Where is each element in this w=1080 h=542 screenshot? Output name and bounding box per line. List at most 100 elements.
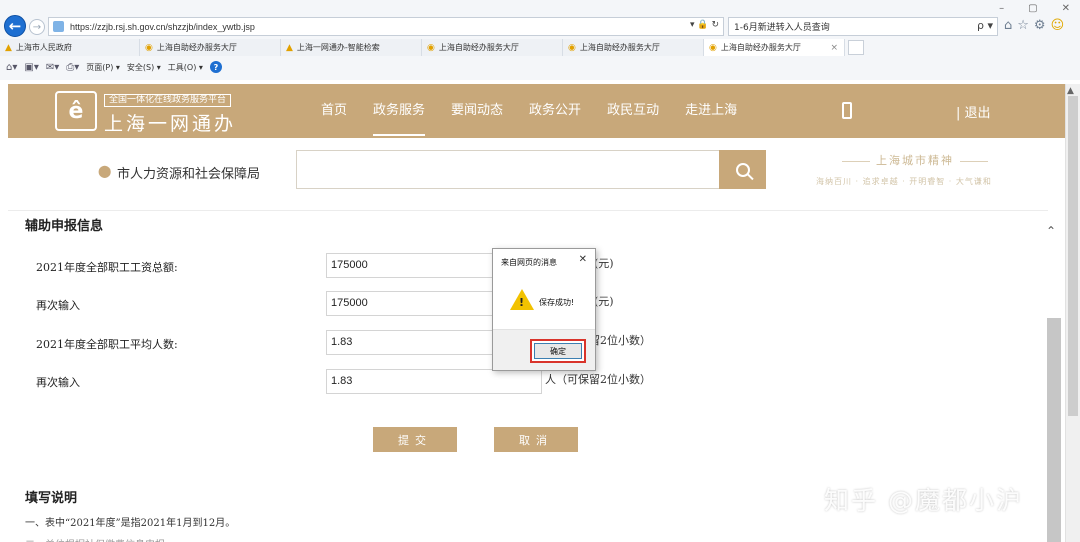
mobile-phone-icon[interactable] (842, 102, 852, 119)
maximize-button[interactable]: ▢ (1028, 3, 1037, 14)
browser-search-box[interactable]: 1-6月新进转入人员查询 ρ ▾ (728, 17, 998, 36)
divider (8, 210, 1048, 211)
unit-text: (元) (594, 295, 614, 308)
window-controls: – ▢ ✕ (999, 3, 1070, 14)
avg-headcount-confirm-unit: 人（可保留2位小数） (545, 373, 651, 386)
tab-label: 上海自助经办服务大厅 (720, 43, 801, 52)
tab[interactable]: ▲ 上海市人民政府 (0, 39, 140, 56)
browser-chrome: – ▢ ✕ ← → https://zzjb.rsj.sh.gov.cn/shz… (0, 0, 1080, 80)
mail-icon[interactable]: ✉▾ (46, 62, 59, 73)
print-icon[interactable]: ⎙▾ (66, 62, 79, 73)
avg-headcount-confirm-label: 再次输入 (36, 376, 80, 389)
total-wage-confirm-unit: (元) (594, 293, 614, 309)
nav-news[interactable]: 要闻动态 (438, 84, 516, 138)
city-spirit-title: 上海城市精神 (836, 152, 994, 168)
search-icon[interactable]: ρ ▾ (977, 19, 993, 32)
avg-headcount-confirm-input[interactable]: 1.83 (326, 369, 542, 394)
ok-button[interactable]: 确定 (534, 343, 582, 359)
location-pin-icon: ⬤ (98, 164, 112, 178)
city-spirit-slogan: 海纳百川 · 追求卓越 · 开明睿智 · 大气谦和 (816, 177, 992, 186)
ok-button-highlight: 确定 (530, 339, 586, 363)
address-tools[interactable]: ▾ 🔒 ↻ (690, 20, 719, 30)
nav-government-services[interactable]: 政务服务 (360, 84, 438, 138)
command-bar: ⌂▾ ▣▾ ✉▾ ⎙▾ 页面(P) ▾ 安全(S) ▾ 工具(O) ▾ ? (0, 58, 1080, 76)
tab-label: 上海市人民政府 (15, 43, 72, 52)
nav-home[interactable]: 首页 (308, 84, 360, 138)
warning-mark: ! (519, 296, 525, 309)
total-wage-unit: (元) (594, 255, 614, 271)
total-wage-label: 2021年度全部职工工资总额: (36, 261, 178, 274)
chevron-up-icon[interactable]: ⌃ (1046, 224, 1056, 238)
safety-menu[interactable]: 安全(S) ▾ (127, 62, 161, 73)
logo-title[interactable]: 上海一网通办 (104, 109, 236, 136)
tab-bar: ▲ 上海市人民政府 ◉ 上海自助经办服务大厅 ▲ 上海一网通办-智能检索 ◉ 上… (0, 39, 1080, 56)
site-favicon-icon (53, 21, 64, 32)
favorites-star-icon[interactable]: ☆ (1017, 18, 1029, 33)
dialog-message: 保存成功! (539, 298, 575, 307)
dialog-title: 来自网页的消息 (501, 258, 557, 267)
help-icon[interactable]: ? (209, 61, 222, 73)
inner-scrollbar-thumb[interactable] (1047, 318, 1061, 542)
page-icon: ◉ (145, 42, 153, 53)
page-menu[interactable]: 页面(P) ▾ (86, 62, 120, 73)
close-window-button[interactable]: ✕ (1062, 3, 1070, 14)
site-search-button[interactable] (719, 150, 766, 189)
close-icon[interactable]: ✕ (579, 254, 587, 265)
alert-dialog: 来自网页的消息 ✕ ! 保存成功! 确定 (492, 248, 596, 371)
watermark: 知乎 @魔都小沪 (824, 486, 1023, 515)
home-icon[interactable]: ⌂ (1004, 18, 1012, 33)
shield-icon: ▲ (5, 42, 12, 53)
main-nav: 首页 政务服务 要闻动态 政务公开 政民互动 走进上海 (308, 84, 750, 138)
page-icon: ◉ (568, 42, 576, 53)
gear-icon[interactable]: ⚙ (1034, 18, 1046, 33)
back-button[interactable]: ← (4, 15, 26, 37)
page-icon: ◉ (427, 42, 435, 53)
address-bar[interactable]: https://zzjb.rsj.sh.gov.cn/shzzjb/index_… (48, 17, 724, 36)
submit-button[interactable]: 提交 (373, 427, 457, 452)
logo-icon[interactable]: ê (55, 91, 97, 131)
tab-label: 上海自助经办服务大厅 (156, 43, 237, 52)
logout-link[interactable]: | 退出 (956, 102, 991, 121)
site-search-input[interactable] (296, 150, 720, 189)
tab[interactable]: ▲ 上海一网通办-智能检索 (281, 39, 422, 56)
note-item: 二、单位根据社保缴费信息申报... (25, 536, 345, 542)
nav-about-shanghai[interactable]: 走进上海 (672, 84, 750, 138)
nav-public-affairs[interactable]: 政务公开 (516, 84, 594, 138)
logo-subtitle: 全国一体化在线政务服务平台 (104, 94, 232, 107)
notes-title: 填写说明 (25, 491, 78, 506)
forward-button[interactable]: → (29, 19, 45, 35)
nav-interaction[interactable]: 政民互动 (594, 84, 672, 138)
browser-search-text: 1-6月新进转入人员查询 (734, 23, 830, 33)
unit-text: (元) (594, 257, 614, 270)
minimize-button[interactable]: – (999, 3, 1004, 14)
cancel-button[interactable]: 取消 (494, 427, 578, 452)
feeds-icon[interactable]: ▣▾ (24, 62, 38, 73)
department-name[interactable]: 市人力资源和社会保障局 (117, 163, 260, 182)
tab-close-icon[interactable]: × (830, 43, 838, 53)
scroll-up-arrow-icon[interactable]: ▲ (1067, 86, 1074, 96)
url-text: https://zzjb.rsj.sh.gov.cn/shzzjb/index_… (70, 21, 255, 32)
note-item: 一、表中“2021年度”是指2021年1月到12月。 (25, 518, 236, 529)
tools-menu[interactable]: 工具(O) ▾ (168, 62, 203, 73)
tab[interactable]: ◉ 上海自助经办服务大厅 (422, 39, 563, 56)
tab-label: 上海一网通办-智能检索 (296, 43, 380, 52)
avg-headcount-label: 2021年度全部职工平均人数: (36, 338, 178, 351)
smiley-feedback-icon[interactable]: ☺ (1051, 18, 1065, 33)
site-header: ê 全国一体化在线政务服务平台 上海一网通办 首页 政务服务 要闻动态 政务公开… (8, 84, 1065, 138)
tab-label: 上海自助经办服务大厅 (579, 43, 660, 52)
home-icon[interactable]: ⌂▾ (6, 62, 17, 73)
search-icon (735, 162, 750, 177)
shield-icon: ▲ (286, 42, 293, 53)
browser-toolbar-icons: ⌂ ☆ ⚙ ☺ (1004, 18, 1064, 33)
tab-label: 上海自助经办服务大厅 (438, 43, 519, 52)
tab[interactable]: ◉ 上海自助经办服务大厅 (563, 39, 704, 56)
tab[interactable]: ◉ 上海自助经办服务大厅 (140, 39, 281, 56)
address-row: ← → https://zzjb.rsj.sh.gov.cn/shzzjb/in… (0, 14, 1080, 38)
scrollbar-thumb[interactable] (1068, 96, 1078, 416)
total-wage-confirm-label: 再次输入 (36, 299, 80, 312)
page-icon: ◉ (709, 42, 717, 53)
search-area: ⬤ 市人力资源和社会保障局 上海城市精神 海纳百川 · 追求卓越 · 开明睿智 … (8, 138, 1065, 206)
section-title: 辅助申报信息 (25, 219, 104, 234)
tab-active[interactable]: ◉ 上海自助经办服务大厅 × (704, 39, 845, 56)
new-tab-button[interactable] (848, 40, 864, 55)
